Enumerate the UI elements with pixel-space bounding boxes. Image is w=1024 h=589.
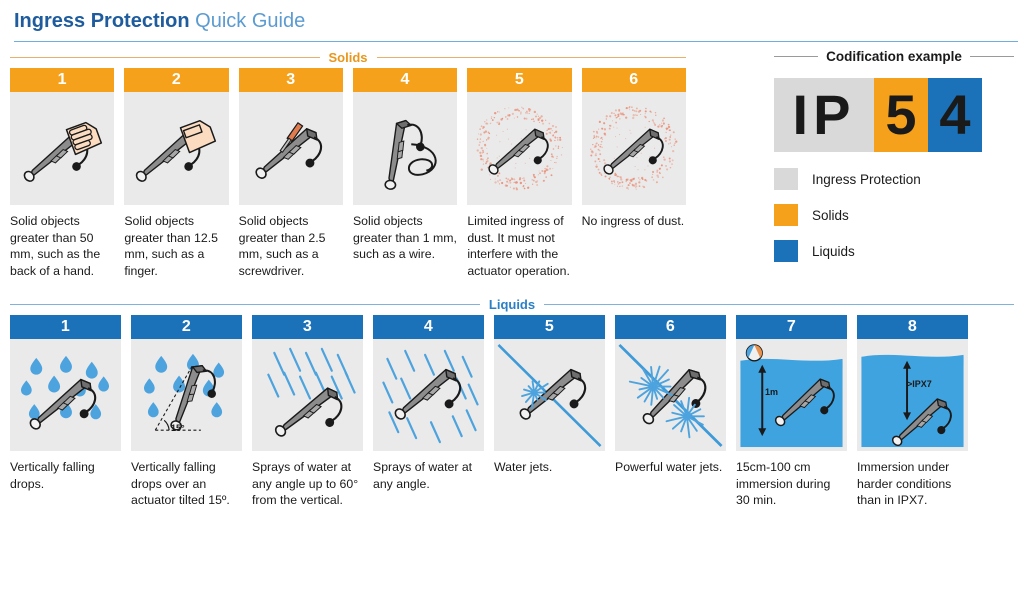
solids-illustration-5 [467,92,571,205]
liquids-cell-6: 6 Powerful water jets. [615,315,726,509]
liquids-section: Liquids 1 Vertically falling drops. 2 15°… [10,293,1014,509]
liquids-cell-4: 4 Sprays of water at any angle. [373,315,484,509]
liquids-number-2: 2 [131,315,242,339]
solids-illustration-4 [353,92,457,205]
liquids-section-header: Liquids [10,293,1014,315]
legend-label-2: Liquids [812,244,855,259]
solids-number-2: 2 [124,68,228,92]
liquids-description-6: Powerful water jets. [615,451,726,476]
solids-number-5: 5 [467,68,571,92]
code-digit-solids: 5 [874,78,928,152]
solids-cell-6: 6 No ingress of dust. [582,68,686,279]
solids-cell-1: 1 Solid objects greater than 50 mm, such… [10,68,114,279]
solids-number-1: 1 [10,68,114,92]
solids-cell-4: 4 Solid objects greater than 1 mm, such … [353,68,457,279]
liquids-illustration-label-2: 15° [171,423,185,433]
legend-swatch-0 [774,168,798,190]
codification-example: IP 5 4 [774,78,1014,152]
legend-label-1: Solids [812,208,849,223]
solids-rule-left [10,57,320,58]
liquids-number-4: 4 [373,315,484,339]
liquids-cell-1: 1 Vertically falling drops. [10,315,121,509]
solids-description-6: No ingress of dust. [582,205,686,230]
solids-cell-2: 2 Solid objects greater than 12.5 mm, su… [124,68,228,279]
liquids-illustration-1 [10,339,121,451]
liquids-illustration-4 [373,339,484,451]
liquids-description-5: Water jets. [494,451,605,476]
liquids-cell-8: 8 >IPX7 Immersion under harder conditions… [857,315,968,509]
liquids-number-8: 8 [857,315,968,339]
liquids-section-label: Liquids [480,297,544,312]
solids-rule-right [377,57,687,58]
liquids-illustration-label-8: >IPX7 [907,379,932,389]
solids-illustration-3 [239,92,343,205]
code-digit-liquids: 4 [928,78,982,152]
liquids-cell-3: 3 Sprays of water at any angle up to 60°… [252,315,363,509]
solids-description-1: Solid objects greater than 50 mm, such a… [10,205,114,279]
title-divider [14,41,1018,42]
ip-quick-guide-page: Ingress Protection Quick Guide Solids 1 [0,0,1024,589]
codification-label: Codification example [818,49,970,64]
solids-illustration-6 [582,92,686,205]
liquids-description-7: 15cm-100 cm immersion during 30 min. [736,451,847,509]
liquids-illustration-2: 15° [131,339,242,451]
liquids-illustration-8: >IPX7 [857,339,968,451]
liquids-cell-2: 2 15° Vertically falling drops over an ac… [131,315,242,509]
liquids-number-3: 3 [252,315,363,339]
codification-rule-left [774,56,818,57]
liquids-illustration-label-7: 1m [765,387,778,397]
solids-number-4: 4 [353,68,457,92]
page-title-light: Quick Guide [195,10,305,32]
solids-number-3: 3 [239,68,343,92]
legend-row-0: Ingress Protection [774,168,1014,190]
title-row: Ingress Protection Quick Guide [10,0,1014,42]
legend-swatch-1 [774,204,798,226]
solids-description-3: Solid objects greater than 2.5 mm, such … [239,205,343,279]
page-title-bold: Ingress Protection [14,10,190,32]
liquids-number-5: 5 [494,315,605,339]
liquids-description-2: Vertically falling drops over an actuato… [131,451,242,509]
solids-number-6: 6 [582,68,686,92]
legend-label-0: Ingress Protection [812,172,921,187]
page-title: Ingress Protection Quick Guide [14,9,1014,33]
solids-description-5: Limited ingress of dust. It must not int… [467,205,571,279]
solids-cell-5: 5 Limited ingress of dust. It must not i… [467,68,571,279]
codification-panel: Codification example IP 5 4 Ingress Prot… [774,46,1014,276]
legend-swatch-2 [774,240,798,262]
solids-description-2: Solid objects greater than 12.5 mm, such… [124,205,228,279]
solids-section: Solids 1 Solid objects greater than 50 m… [10,46,686,279]
solids-cell-3: 3 Solid objects greater than 2.5 mm, suc… [239,68,343,279]
liquids-rule-left [10,304,480,305]
liquids-grid: 1 Vertically falling drops. 2 15° Vertical… [10,315,1014,509]
legend-row-2: Liquids [774,240,1014,262]
liquids-description-8: Immersion under harder conditions than i… [857,451,968,509]
liquids-number-7: 7 [736,315,847,339]
codification-header: Codification example [774,46,1014,66]
liquids-illustration-6 [615,339,726,451]
liquids-cell-7: 7 1m 15cm-100 cm immersion during 30 min. [736,315,847,509]
liquids-description-3: Sprays of water at any angle up to 60° f… [252,451,363,509]
liquids-number-1: 1 [10,315,121,339]
solids-illustration-2 [124,92,228,205]
liquids-illustration-3 [252,339,363,451]
legend-row-1: Solids [774,204,1014,226]
liquids-cell-5: 5 Water jets. [494,315,605,509]
solids-description-4: Solid objects greater than 1 mm, such as… [353,205,457,263]
liquids-illustration-5 [494,339,605,451]
solids-grid: 1 Solid objects greater than 50 mm, such… [10,68,686,279]
solids-illustration-1 [10,92,114,205]
liquids-description-1: Vertically falling drops. [10,451,121,492]
liquids-description-4: Sprays of water at any angle. [373,451,484,492]
solids-section-label: Solids [320,50,377,65]
codification-rule-right [970,56,1014,57]
legend: Ingress Protection Solids Liquids [774,168,1014,262]
solids-section-header: Solids [10,46,686,68]
liquids-rule-right [544,304,1014,305]
code-prefix-ip: IP [774,78,874,152]
liquids-illustration-7: 1m [736,339,847,451]
liquids-number-6: 6 [615,315,726,339]
